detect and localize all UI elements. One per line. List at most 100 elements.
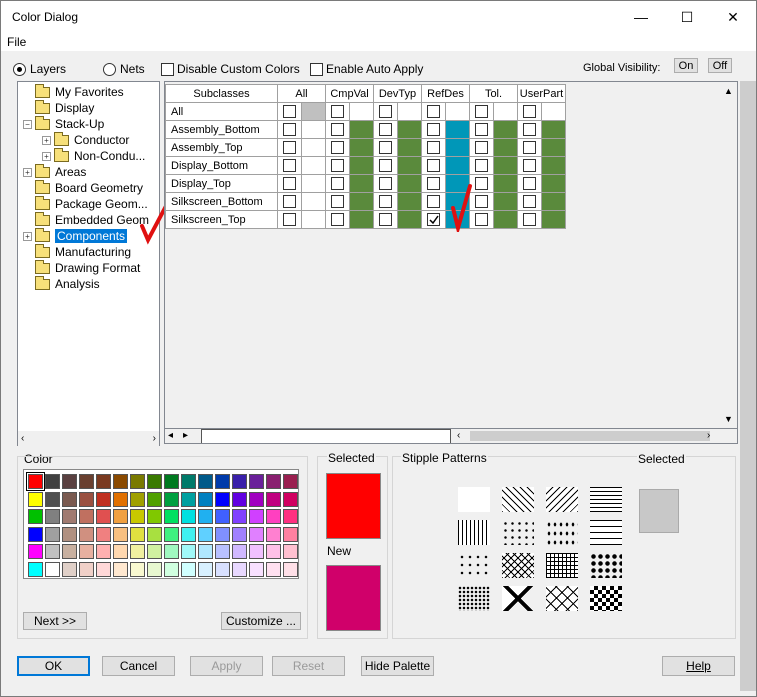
color-cell[interactable] <box>541 120 566 139</box>
column-header[interactable]: DevTyp <box>373 84 422 103</box>
scroll-left-icon[interactable]: ‹ <box>21 433 24 444</box>
visibility-checkbox-cell[interactable] <box>421 192 446 211</box>
visibility-checkbox-cell[interactable] <box>373 174 398 193</box>
color-swatch[interactable] <box>198 561 213 577</box>
class-tree[interactable]: My Favorites Display − Stack-Up + Conductor + N… <box>17 81 168 446</box>
color-swatch[interactable] <box>266 491 281 507</box>
menu-file[interactable]: File <box>7 35 26 49</box>
color-swatch[interactable] <box>130 474 145 489</box>
color-cell[interactable] <box>349 102 374 121</box>
color-cell[interactable] <box>541 192 566 211</box>
visibility-checkbox-cell[interactable] <box>373 138 398 157</box>
color-cell[interactable] <box>397 138 422 157</box>
visibility-checkbox-cell[interactable] <box>469 138 494 157</box>
color-swatch[interactable] <box>130 526 145 542</box>
color-swatch[interactable] <box>283 474 298 489</box>
grid-vscrollbar[interactable]: ▲ ▼ <box>720 82 737 430</box>
color-swatch[interactable] <box>147 509 162 524</box>
tree-item[interactable]: + Conductor <box>42 131 129 148</box>
visibility-checkbox-cell[interactable] <box>517 156 542 175</box>
color-swatch[interactable] <box>164 491 179 507</box>
color-swatch[interactable] <box>79 526 94 542</box>
color-swatch[interactable] <box>147 544 162 559</box>
sheet-tab[interactable] <box>201 429 451 443</box>
visibility-checkbox-cell[interactable] <box>277 102 302 121</box>
tree-item[interactable]: + Components <box>23 227 128 244</box>
color-swatch[interactable] <box>45 509 60 524</box>
color-swatch[interactable] <box>45 561 60 577</box>
color-swatch[interactable] <box>181 474 196 489</box>
reset-button[interactable]: Reset <box>272 656 345 676</box>
scroll-right-icon[interactable]: ▸ <box>183 430 188 441</box>
color-swatch[interactable] <box>130 561 145 577</box>
color-swatch[interactable] <box>113 561 128 577</box>
color-cell[interactable] <box>445 138 470 157</box>
color-swatch[interactable] <box>198 526 213 542</box>
layers-radio[interactable]: Layers <box>13 62 66 76</box>
apply-button[interactable]: Apply <box>190 656 263 676</box>
color-cell[interactable] <box>445 156 470 175</box>
color-swatch[interactable] <box>181 491 196 507</box>
hide-palette-button[interactable]: Hide Palette <box>361 656 434 676</box>
color-swatch[interactable] <box>28 561 43 577</box>
ok-button[interactable]: OK <box>17 656 90 676</box>
color-cell[interactable] <box>445 102 470 121</box>
nets-radio[interactable]: Nets <box>103 62 145 76</box>
color-swatch[interactable] <box>249 509 264 524</box>
color-swatch[interactable] <box>249 526 264 542</box>
visibility-checkbox-cell[interactable] <box>325 156 350 175</box>
column-header[interactable]: Subclasses <box>165 84 278 103</box>
visibility-checkbox-cell[interactable] <box>517 210 542 229</box>
color-swatch[interactable] <box>26 472 45 491</box>
visibility-checkbox-cell[interactable] <box>421 174 446 193</box>
stipple-pattern[interactable] <box>546 520 578 545</box>
color-swatch[interactable] <box>28 509 43 524</box>
close-button[interactable]: ✕ <box>710 1 756 33</box>
color-swatch[interactable] <box>249 474 264 489</box>
stipple-pattern[interactable] <box>502 586 534 611</box>
color-swatch[interactable] <box>147 491 162 507</box>
color-swatch[interactable] <box>232 526 247 542</box>
color-cell[interactable] <box>493 192 518 211</box>
color-swatch[interactable] <box>181 509 196 524</box>
color-swatch[interactable] <box>45 474 60 489</box>
color-swatch[interactable] <box>198 544 213 559</box>
visibility-checkbox-cell[interactable] <box>373 120 398 139</box>
color-swatch[interactable] <box>96 544 111 559</box>
stipple-pattern[interactable] <box>458 586 490 611</box>
color-cell[interactable] <box>493 102 518 121</box>
help-button[interactable]: Help <box>662 656 735 676</box>
stipple-pattern[interactable] <box>546 553 578 578</box>
color-swatch[interactable] <box>283 561 298 577</box>
column-header[interactable]: All <box>277 84 326 103</box>
visibility-off-button[interactable]: Off <box>708 58 732 73</box>
scroll-left-icon[interactable]: ◂ <box>168 430 173 441</box>
color-swatch[interactable] <box>130 509 145 524</box>
color-swatch[interactable] <box>130 544 145 559</box>
color-cell[interactable] <box>301 120 326 139</box>
tree-item[interactable]: Display <box>23 99 94 116</box>
color-swatch[interactable] <box>198 474 213 489</box>
visibility-checkbox-cell[interactable] <box>517 174 542 193</box>
minimize-button[interactable]: — <box>618 1 664 33</box>
color-swatch[interactable] <box>266 474 281 489</box>
color-swatch[interactable] <box>164 544 179 559</box>
visibility-checkbox-cell[interactable] <box>325 120 350 139</box>
scroll-left-icon[interactable]: ‹ <box>457 430 460 441</box>
visibility-checkbox-cell[interactable] <box>373 192 398 211</box>
color-swatch[interactable] <box>79 491 94 507</box>
visibility-checkbox-cell[interactable] <box>421 120 446 139</box>
color-swatch[interactable] <box>215 474 230 489</box>
color-swatch[interactable] <box>198 509 213 524</box>
color-swatch[interactable] <box>215 509 230 524</box>
color-swatch[interactable] <box>113 509 128 524</box>
color-swatch[interactable] <box>249 561 264 577</box>
color-cell[interactable] <box>493 138 518 157</box>
visibility-checkbox-cell[interactable] <box>277 210 302 229</box>
visibility-checkbox-cell[interactable] <box>421 156 446 175</box>
tree-item[interactable]: Board Geometry <box>23 179 143 196</box>
scroll-right-icon[interactable]: › <box>707 430 710 441</box>
stipple-pattern[interactable] <box>546 586 578 611</box>
color-cell[interactable] <box>301 192 326 211</box>
color-swatch[interactable] <box>96 509 111 524</box>
